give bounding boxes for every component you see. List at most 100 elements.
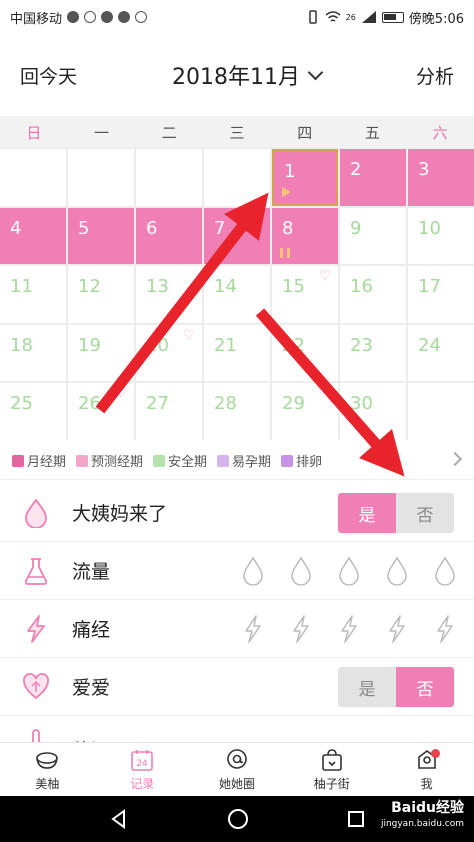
battery-icon xyxy=(381,11,404,23)
wifi-icon xyxy=(325,11,341,22)
lightning-outline-icon[interactable] xyxy=(386,614,408,644)
calendar-day[interactable]: 25 xyxy=(0,383,66,440)
calendar-day[interactable]: 19 xyxy=(68,324,134,382)
drop-outline-icon[interactable] xyxy=(434,556,456,586)
calendar-day[interactable]: 10 xyxy=(408,207,474,265)
nav-circle[interactable]: 她她圈 xyxy=(190,743,285,796)
calendar-badge-text: 24 xyxy=(136,759,148,769)
calendar-day[interactable]: 18 xyxy=(0,324,66,382)
day-number: 11 xyxy=(10,276,33,298)
record-label: 大姨妈来了 xyxy=(72,503,168,525)
analysis-button[interactable]: 分析 xyxy=(416,62,454,89)
day-number: 15 xyxy=(282,276,305,298)
home-circle-icon[interactable] xyxy=(227,808,249,830)
calendar-day[interactable]: 11 xyxy=(0,266,66,323)
nav-meiyou[interactable]: 美柚 xyxy=(0,743,95,796)
record-row-cramps: 痛经 xyxy=(0,600,474,658)
legend-item: 月经期 xyxy=(12,451,66,470)
calendar-day[interactable]: 12 xyxy=(68,266,134,323)
chat-bubble-icon xyxy=(118,11,131,23)
weekday-sun: 日 xyxy=(26,123,42,142)
heart-icon: ♡ xyxy=(115,386,127,402)
month-selector[interactable]: 2018年11月 xyxy=(172,59,324,91)
drop-outline-icon[interactable] xyxy=(290,556,312,586)
period-no-button[interactable]: 否 xyxy=(396,493,454,533)
recents-square-icon[interactable] xyxy=(347,810,365,828)
chevron-right-icon[interactable] xyxy=(447,451,463,467)
day-number: 23 xyxy=(350,334,373,356)
love-no-button[interactable]: 否 xyxy=(396,667,454,707)
legend-label: 排卵 xyxy=(296,455,323,470)
love-toggle: 是 否 xyxy=(338,667,454,707)
drop-outline-icon[interactable] xyxy=(386,556,408,586)
day-number: 19 xyxy=(78,334,101,356)
back-today-button[interactable]: 回今天 xyxy=(20,62,77,89)
calendar-day[interactable]: 8 xyxy=(272,207,338,265)
calendar-empty-cell xyxy=(0,149,66,206)
lightning-outline-icon[interactable] xyxy=(242,614,264,644)
calendar-day[interactable]: 3 xyxy=(408,149,474,206)
watermark-main: Baidu经验 xyxy=(391,800,464,816)
day-number: 14 xyxy=(214,276,237,298)
love-yes-button[interactable]: 是 xyxy=(338,667,396,707)
calendar-day[interactable]: 27 xyxy=(136,383,202,440)
day-number: 3 xyxy=(418,159,430,180)
nav-shop[interactable]: 柚子街 xyxy=(284,743,379,796)
status-right: 26 傍晚5:06 xyxy=(306,8,464,27)
calendar-day[interactable]: 20 ♡ xyxy=(136,324,202,382)
day-number: 4 xyxy=(10,217,22,239)
back-triangle-icon[interactable] xyxy=(109,809,129,829)
calendar-day[interactable]: 14 xyxy=(204,266,270,323)
vibrate-icon xyxy=(308,10,317,24)
calendar-day[interactable]: 30 xyxy=(340,383,406,440)
calendar-day[interactable]: 9 xyxy=(340,207,406,265)
lightning-outline-icon[interactable] xyxy=(290,614,312,644)
calendar-day[interactable]: 17 xyxy=(408,266,474,323)
legend-item: 预测经期 xyxy=(76,451,143,470)
calendar-day[interactable]: 2 xyxy=(340,149,406,206)
bowl-icon xyxy=(36,751,59,769)
day-number: 9 xyxy=(350,217,362,239)
lightning-outline-icon[interactable] xyxy=(338,614,360,644)
heart-icon: ♡ xyxy=(183,327,195,343)
calendar-day[interactable]: 1 xyxy=(272,149,338,206)
period-yes-button[interactable]: 是 xyxy=(338,493,396,533)
calendar-day[interactable]: 21 xyxy=(204,324,270,382)
period-start-icon xyxy=(282,186,291,197)
legend-label: 月经期 xyxy=(27,455,67,470)
signal-icon xyxy=(361,11,376,23)
calendar-day[interactable]: 28 xyxy=(204,383,270,440)
calendar-day[interactable]: 26 ♡ xyxy=(68,383,134,440)
nav-label: 记录 xyxy=(130,776,155,791)
calendar-day[interactable]: 29 xyxy=(272,383,338,440)
nav-label: 我 xyxy=(420,776,433,791)
day-number: 27 xyxy=(146,393,169,415)
calendar-day[interactable]: 5 xyxy=(68,207,134,265)
calendar-day[interactable]: 24 xyxy=(408,324,474,382)
record-label: 流量 xyxy=(72,561,111,583)
day-number: 22 xyxy=(282,334,305,356)
chevron-down-icon xyxy=(307,64,324,80)
legend-item: 安全期 xyxy=(153,451,207,470)
calendar-day[interactable]: 15 ♡ xyxy=(272,266,338,323)
calendar-day[interactable]: 22 xyxy=(272,324,338,382)
calendar-day[interactable]: 13 xyxy=(136,266,202,323)
calendar-day[interactable]: 6 xyxy=(136,207,202,265)
calendar-day[interactable]: 23 xyxy=(340,324,406,382)
nav-me[interactable]: 我 xyxy=(379,743,474,796)
day-number: 25 xyxy=(10,393,33,415)
signal-badge: 26 xyxy=(345,12,356,22)
calendar-day[interactable]: 7 xyxy=(204,207,270,265)
calendar-empty-cell xyxy=(68,149,134,206)
cramps-level-picker xyxy=(242,614,456,644)
drop-outline-icon[interactable] xyxy=(338,556,360,586)
weekday-mon: 一 xyxy=(94,123,110,142)
drop-outline-icon[interactable] xyxy=(242,556,264,586)
lightning-outline-icon[interactable] xyxy=(434,614,456,644)
nav-label: 美柚 xyxy=(35,776,60,791)
notification-dot xyxy=(431,749,440,758)
weekday-fri: 五 xyxy=(364,123,380,142)
calendar-day[interactable]: 16 xyxy=(340,266,406,323)
nav-record[interactable]: 24 记录 xyxy=(95,743,190,796)
calendar-day[interactable]: 4 xyxy=(0,207,66,265)
